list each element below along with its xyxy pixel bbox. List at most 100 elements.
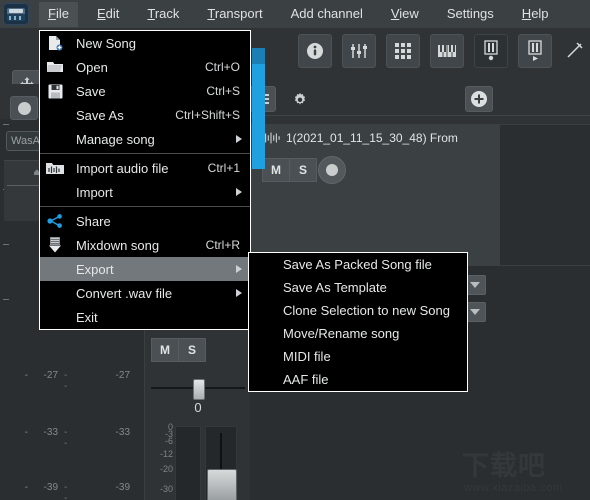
submenu-arrow-icon — [236, 289, 242, 297]
export-item-clone-selection-to-new-song[interactable]: Clone Selection to new Song — [249, 299, 467, 322]
file-menu-item-label: Import — [76, 184, 113, 200]
grid-icon — [395, 43, 411, 59]
meter-scale-column-1: -27---33---39---45-- — [18, 330, 68, 500]
file-menu-item-exit[interactable]: Exit — [40, 305, 250, 329]
fader-scale: 0 -3 -6 -12 -20 -30 — [151, 422, 173, 500]
meter-scale-label: -33 — [43, 427, 58, 438]
mixer-button[interactable] — [342, 34, 376, 68]
channel-mute-solo-group: M S — [151, 338, 206, 362]
export-item-save-as-template[interactable]: Save As Template — [249, 276, 467, 299]
pan-value: 0 — [194, 400, 202, 415]
track-mute-button[interactable]: M — [262, 158, 290, 182]
file-menu-item-label: Save As — [76, 107, 124, 123]
record-arm-icon — [326, 164, 338, 176]
meter-tick-label: - — [24, 370, 28, 381]
piano-roll-icon — [438, 45, 456, 57]
pan-slider-knob[interactable] — [193, 379, 205, 400]
info-icon — [307, 43, 323, 59]
file-menu-item-label: Exit — [76, 309, 98, 325]
file-menu-item-shortcut: Ctrl+R — [205, 238, 240, 252]
file-menu-item-import[interactable]: Import — [40, 180, 250, 204]
mixer-app-icon — [3, 3, 29, 25]
meter-scale-area: -27---33---39---45-- -27-33-39-45 ---- — [0, 330, 144, 500]
file-menu-item-save-as[interactable]: Save As Ctrl+Shift+S — [40, 103, 250, 127]
submenu-arrow-icon — [236, 265, 242, 273]
menu-transport[interactable]: Transport — [198, 2, 271, 27]
export-item-label: AAF file — [283, 372, 329, 387]
submenu-arrow-icon — [236, 135, 242, 143]
info-button[interactable] — [298, 34, 332, 68]
menu-view[interactable]: View — [382, 2, 428, 27]
settings-button[interactable] — [290, 90, 310, 110]
menu-settings[interactable]: Settings — [438, 2, 503, 27]
mixer-icon — [351, 44, 367, 58]
export-item-save-as-packed-song-file[interactable]: Save As Packed Song file — [249, 253, 467, 276]
file-menu-item-mixdown-song[interactable]: Mixdown song Ctrl+R — [40, 233, 250, 257]
new-document-icon — [46, 34, 64, 52]
floppy-save-icon — [46, 82, 64, 100]
meter-scale-label: -33 — [115, 427, 130, 438]
export-item-move-rename-song[interactable]: Move/Rename song — [249, 322, 467, 345]
export-item-label: Move/Rename song — [283, 326, 400, 341]
add-track-button[interactable] — [465, 86, 493, 112]
menu-edit[interactable]: Edit — [88, 2, 128, 27]
inspector-header — [250, 84, 590, 125]
menu-file[interactable]: File — [39, 1, 78, 27]
file-menu-item-shortcut: Ctrl+O — [204, 60, 240, 74]
pencil-button[interactable] — [562, 34, 588, 66]
file-menu-item-new-song[interactable]: New Song — [40, 31, 250, 55]
menu-separator — [40, 153, 250, 154]
export-item-midi-file[interactable]: MIDI file — [249, 345, 467, 368]
new-document-icon — [49, 36, 63, 51]
file-menu-item-label: Open — [76, 59, 108, 75]
channel-mute-button[interactable]: M — [151, 338, 179, 362]
grid-button[interactable] — [386, 34, 420, 68]
fader-knob[interactable] — [207, 469, 237, 500]
volume-fader[interactable] — [205, 426, 237, 500]
pencil-icon — [567, 42, 583, 58]
export-item-label: Clone Selection to new Song — [283, 303, 450, 318]
menu-bar: File Edit Track Transport Add channel View Set… — [0, 0, 590, 28]
mixdown-icon — [46, 236, 64, 254]
track-mute-solo-group: M S — [262, 158, 317, 182]
file-menu-item-save[interactable]: Save Ctrl+S — [40, 79, 250, 103]
meter-scale-label: -27 — [43, 370, 58, 381]
submenu-arrow-icon — [236, 188, 242, 196]
meter-scale-column-2: -27-33-39-45 — [90, 330, 130, 500]
meter-tick-label: - — [24, 482, 28, 493]
folder-open-icon — [46, 58, 64, 76]
record-meter-icon — [484, 40, 498, 61]
menu-track[interactable]: Track — [138, 2, 188, 27]
inspector-top-rule — [250, 115, 590, 116]
file-menu-item-convert-wav-file[interactable]: Convert .wav file — [40, 281, 250, 305]
meter-dash-mark: -- — [64, 427, 68, 449]
pan-slider[interactable] — [151, 379, 245, 400]
file-menu-item-import-audio-file[interactable]: Import audio file Ctrl+1 — [40, 156, 250, 180]
menu-separator — [40, 206, 250, 207]
record-meter-button[interactable] — [474, 34, 508, 68]
application-window: File Edit Track Transport Add channel View Set… — [0, 0, 590, 500]
import-audio-icon — [46, 159, 64, 177]
record-button[interactable] — [10, 96, 38, 120]
menu-add-channel[interactable]: Add channel — [282, 2, 372, 27]
track-color-indicator[interactable] — [252, 48, 265, 169]
file-menu-item-shortcut: Ctrl+Shift+S — [175, 108, 240, 122]
file-menu-item-label: Manage song — [76, 131, 155, 147]
menu-help[interactable]: Help — [513, 2, 558, 27]
file-menu-popup: New Song Open Ctrl+O Save Ctrl+S Save As Ctrl+… — [39, 30, 251, 330]
file-menu-item-shortcut: Ctrl+1 — [207, 161, 240, 175]
track-solo-button[interactable]: S — [290, 158, 317, 182]
track-record-arm-button[interactable] — [318, 156, 346, 184]
file-menu-item-manage-song[interactable]: Manage song — [40, 127, 250, 151]
export-item-aaf-file[interactable]: AAF file — [249, 368, 467, 391]
export-submenu-popup: Save As Packed Song file Save As Template… — [248, 252, 468, 392]
channel-solo-button[interactable]: S — [179, 338, 206, 362]
file-menu-item-share[interactable]: Share — [40, 209, 250, 233]
piano-roll-button[interactable] — [430, 34, 464, 68]
play-meter-button[interactable] — [518, 34, 552, 68]
file-menu-item-open[interactable]: Open Ctrl+O — [40, 55, 250, 79]
file-menu-item-shortcut: Ctrl+S — [206, 84, 240, 98]
file-menu-item-export[interactable]: Export — [40, 257, 250, 281]
export-item-label: Save As Packed Song file — [283, 257, 432, 272]
meter-scale-label: -27 — [115, 370, 130, 381]
